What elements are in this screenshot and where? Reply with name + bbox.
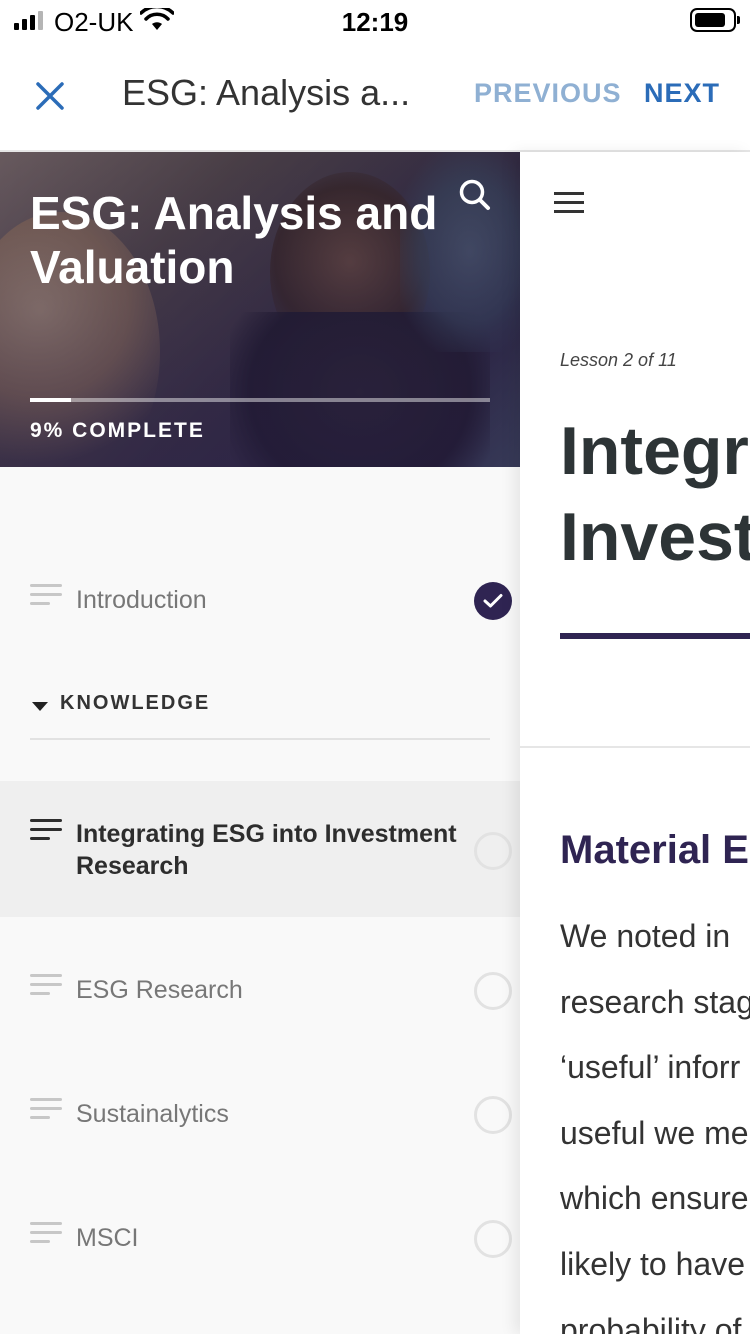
lesson-lines-icon xyxy=(30,819,62,843)
lesson-item-esg-research[interactable]: ESG Research xyxy=(0,958,520,1022)
lesson-item-introduction[interactable]: Introduction xyxy=(0,568,520,632)
course-progress-label: 9% COMPLETE xyxy=(30,419,205,442)
lesson-item-label: MSCI xyxy=(76,1224,139,1252)
incomplete-circle-icon xyxy=(474,832,512,870)
body-line: research stag xyxy=(560,983,750,1020)
search-button[interactable] xyxy=(456,176,494,214)
course-title: ESG: Analysis and Valuation xyxy=(30,187,438,293)
lesson-content: Lesson 2 of 11 Integra Invest Material E… xyxy=(520,152,750,1334)
section-header-knowledge[interactable]: KNOWLEDGE xyxy=(30,692,490,740)
lesson-lines-icon xyxy=(30,1222,62,1246)
previous-button[interactable]: PREVIOUS xyxy=(474,78,622,109)
next-button[interactable]: NEXT xyxy=(644,78,720,109)
body-line: useful we me xyxy=(560,1114,749,1151)
body-line: We noted in xyxy=(560,918,731,954)
battery-icon xyxy=(690,8,740,32)
lesson-title: Integra Invest xyxy=(560,408,750,580)
incomplete-circle-icon xyxy=(474,972,512,1010)
caret-down-icon xyxy=(32,702,48,711)
lesson-counter: Lesson 2 of 11 xyxy=(560,350,677,370)
incomplete-circle-icon xyxy=(474,1220,512,1258)
status-bar: O2-UK 12:19 xyxy=(0,0,750,44)
lesson-lines-icon xyxy=(30,1098,62,1122)
content-divider xyxy=(520,746,750,748)
course-hero: ESG: Analysis and Valuation 9% COMPLETE xyxy=(0,152,520,467)
menu-icon xyxy=(554,192,584,195)
clock: 12:19 xyxy=(341,7,409,37)
search-icon xyxy=(459,179,490,210)
top-nav: ESG: Analysis a... PREVIOUS NEXT xyxy=(0,44,750,152)
lesson-lines-icon xyxy=(30,584,62,608)
lesson-item-label: ESG Research xyxy=(76,976,243,1004)
lesson-item-label: Sustainalytics xyxy=(76,1100,229,1128)
lesson-sidebar: ESG: Analysis and Valuation 9% COMPLETE … xyxy=(0,152,520,1334)
body-line: which ensure xyxy=(560,1180,749,1217)
body-text: We noted in research stag ‘useful’ infor… xyxy=(560,904,750,1334)
title-rule xyxy=(560,633,750,639)
section-label: KNOWLEDGE xyxy=(60,692,211,714)
lesson-title-line: Integra xyxy=(560,413,750,489)
complete-check-icon xyxy=(474,582,512,620)
body-line: probability of xyxy=(560,1311,742,1334)
course-progress-fill xyxy=(30,398,72,402)
close-icon xyxy=(36,82,64,110)
body-line: likely to have xyxy=(560,1245,745,1282)
section-heading: Material E xyxy=(560,828,749,872)
body-line: ‘useful’ inforr xyxy=(560,1049,741,1086)
lesson-item-integrating-esg[interactable]: Integrating ESG into Investment Research xyxy=(0,781,520,917)
close-button[interactable] xyxy=(28,74,72,118)
lesson-item-label: Introduction xyxy=(76,586,207,614)
menu-button[interactable] xyxy=(554,192,586,216)
lesson-item-msci[interactable]: MSCI xyxy=(0,1206,520,1270)
lesson-item-sustainalytics[interactable]: Sustainalytics xyxy=(0,1082,520,1146)
course-progress-bar xyxy=(30,398,490,402)
lesson-item-label: Integrating ESG into Investment Research xyxy=(76,820,457,880)
nav-title: ESG: Analysis a... xyxy=(122,72,411,113)
lesson-lines-icon xyxy=(30,974,62,998)
lesson-title-line: Invest xyxy=(560,499,750,575)
incomplete-circle-icon xyxy=(474,1096,512,1134)
